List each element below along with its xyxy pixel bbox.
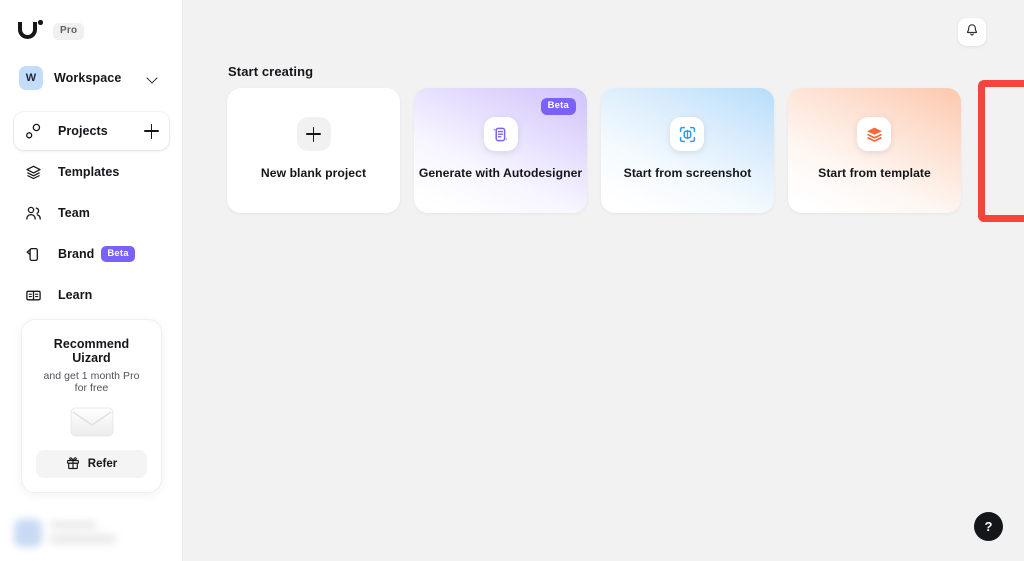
- notifications-button[interactable]: [958, 18, 986, 46]
- add-project-button[interactable]: [144, 123, 159, 139]
- page-title: Start creating: [228, 64, 314, 79]
- gift-icon: [66, 456, 80, 473]
- card-new-blank-project[interactable]: New blank project: [227, 88, 400, 213]
- sidebar-item-brand[interactable]: Brand Beta: [14, 235, 169, 273]
- card-label: New blank project: [260, 166, 367, 180]
- sidebar-item-team[interactable]: Team: [14, 194, 169, 232]
- profile-email-blurred: [50, 535, 116, 543]
- brand-row: Pro: [0, 0, 183, 46]
- workspace-avatar: W: [19, 66, 43, 90]
- workspace-selector[interactable]: W Workspace: [14, 60, 169, 96]
- sidebar-item-templates[interactable]: Templates: [14, 153, 169, 191]
- learn-icon: [25, 287, 42, 304]
- sidebar-item-label: Brand: [58, 247, 95, 261]
- profile-name-blurred: [50, 521, 96, 529]
- plan-badge: Pro: [53, 22, 85, 40]
- sidebar-item-label: Projects: [58, 124, 108, 138]
- workspace-name: Workspace: [54, 71, 122, 85]
- sidebar-item-label: Learn: [58, 288, 93, 302]
- help-button[interactable]: ?: [974, 512, 1003, 541]
- chevron-down-icon[interactable]: [147, 73, 158, 84]
- brand-icon: [25, 246, 42, 263]
- referral-card: Recommend Uizard and get 1 month Pro for…: [21, 319, 162, 493]
- uizard-dashboard: Pro W Workspace Projects Templates Team …: [0, 0, 1024, 561]
- templates-icon: [25, 164, 42, 181]
- envelope-illustration: [36, 394, 147, 450]
- referral-subtitle: and get 1 month Pro for free: [43, 370, 140, 394]
- card-label: Start from template: [818, 166, 931, 180]
- card-start-from-screenshot[interactable]: Start from screenshot: [601, 88, 774, 213]
- uizard-logo-icon[interactable]: [18, 20, 44, 42]
- autodesigner-beta-badge: Beta: [540, 98, 576, 115]
- autodesigner-icon: [483, 117, 518, 151]
- brand-beta-badge: Beta: [101, 245, 135, 263]
- layers-icon: [857, 117, 892, 151]
- sidebar-item-projects[interactable]: Projects: [14, 112, 169, 150]
- plus-icon: [296, 117, 331, 151]
- sidebar-nav: Projects Templates Team Brand Beta Learn: [0, 112, 183, 317]
- bell-icon: [965, 23, 979, 42]
- card-label: Start from screenshot: [623, 166, 752, 180]
- card-label: Generate with Autodesigner: [418, 166, 583, 180]
- avatar: [14, 519, 42, 547]
- refer-button[interactable]: Refer: [36, 450, 147, 478]
- sidebar: Pro W Workspace Projects Templates Team …: [0, 0, 183, 561]
- projects-icon: [25, 123, 42, 140]
- main-content: Start creating New blank project Beta Ge…: [183, 0, 1024, 561]
- sidebar-item-learn[interactable]: Learn: [14, 276, 169, 314]
- sidebar-item-label: Templates: [58, 165, 120, 179]
- refer-button-label: Refer: [87, 458, 118, 470]
- card-start-from-template[interactable]: Start from template: [788, 88, 961, 213]
- sidebar-item-label: Team: [58, 206, 90, 220]
- referral-title: Recommend Uizard: [53, 337, 130, 365]
- card-generate-with-autodesigner[interactable]: Beta Generate with Autodesigner: [414, 88, 587, 213]
- scan-icon: [670, 117, 705, 151]
- team-icon: [25, 205, 42, 222]
- start-creating-cards: New blank project Beta Generate with Aut…: [227, 88, 961, 213]
- highlight-annotation-start-from-template: [978, 80, 1024, 222]
- user-profile-blurred[interactable]: [0, 505, 183, 561]
